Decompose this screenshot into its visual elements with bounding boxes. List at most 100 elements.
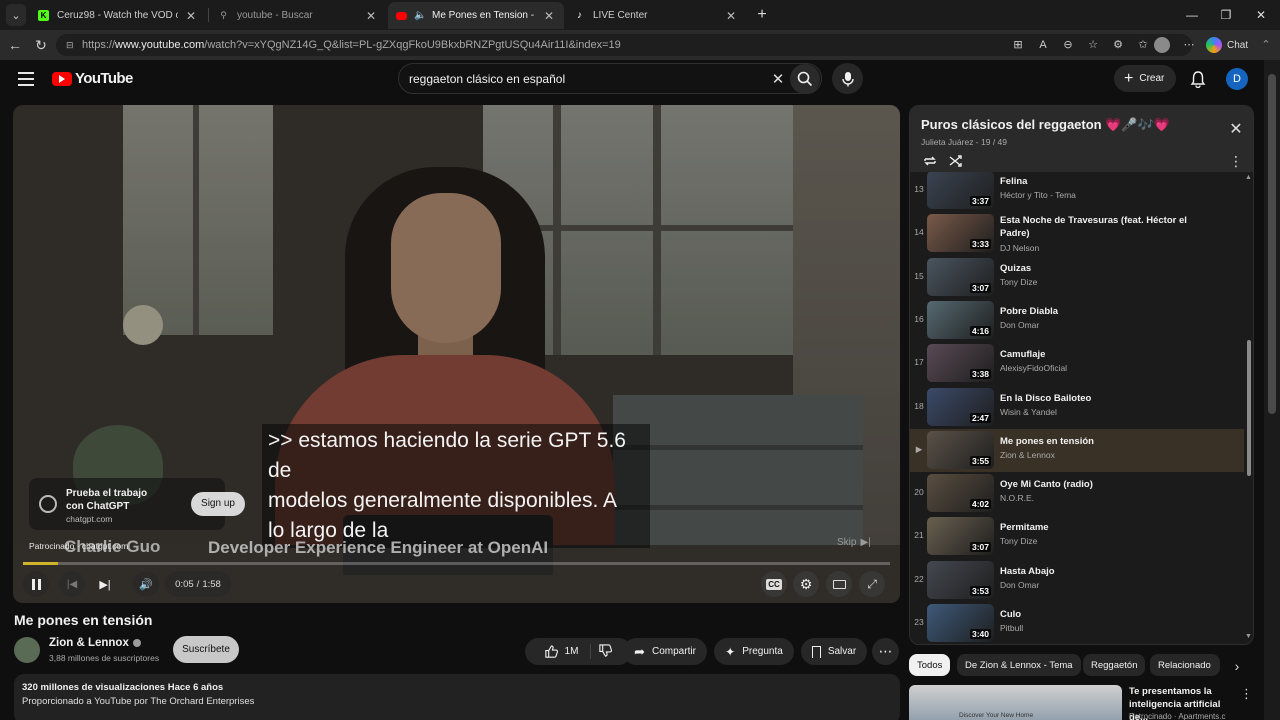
- chevron-right-icon[interactable]: ›: [1228, 657, 1246, 675]
- subtitles-button[interactable]: CC: [761, 571, 787, 597]
- youtube-logo[interactable]: YouTube: [52, 70, 133, 87]
- scroll-up-icon[interactable]: ▲: [1245, 174, 1252, 181]
- chip-related[interactable]: Relacionado: [1150, 654, 1220, 676]
- ad-more-icon[interactable]: ⋮: [1240, 686, 1253, 702]
- page-scrollbar-thumb[interactable]: [1268, 74, 1276, 414]
- sidebar-toggle-icon[interactable]: ⌃: [1258, 37, 1274, 53]
- caption-line: >> estamos haciendo la serie GPT 5.6: [268, 429, 626, 452]
- hamburger-menu-icon[interactable]: [18, 72, 34, 86]
- favorite-star-icon[interactable]: ☆: [1085, 37, 1101, 53]
- tab-title: youtube - Buscar: [237, 10, 313, 21]
- copilot-chat-button[interactable]: Chat: [1206, 35, 1248, 55]
- voice-search-button[interactable]: [832, 63, 863, 94]
- close-tab-icon[interactable]: ✕: [724, 9, 738, 23]
- tab-actions-menu-button[interactable]: ⌄: [6, 4, 26, 26]
- close-playlist-icon[interactable]: ✕: [1228, 122, 1244, 138]
- sign-up-button[interactable]: Sign up: [191, 492, 245, 516]
- create-button[interactable]: + Crear: [1114, 65, 1177, 92]
- skip-ad-button[interactable]: Skip ▶|: [837, 537, 871, 548]
- ad-overlay-card[interactable]: Prueba el trabajo con ChatGPT chatgpt.co…: [29, 478, 245, 530]
- playlist-item[interactable]: 17 3:38 Camuflaje AlexisyFidoOficial: [910, 342, 1244, 385]
- site-info-icon[interactable]: ⊟: [66, 40, 76, 50]
- save-button[interactable]: Salvar: [801, 638, 867, 665]
- more-options-icon[interactable]: ⋯: [1181, 37, 1197, 53]
- video-player[interactable]: >> estamos haciendo la serie GPT 5.6 de …: [13, 105, 900, 603]
- back-arrow-icon[interactable]: ←: [6, 36, 24, 54]
- tab-kick[interactable]: K Ceruz98 - Watch the VOD on Kick ✕: [30, 2, 206, 29]
- playlist-scrollbar[interactable]: ▲ ▼: [1245, 172, 1253, 644]
- zoom-icon[interactable]: ⊖: [1060, 37, 1076, 53]
- playlist-item[interactable]: 14 3:33 Esta Noche de Travesuras (feat. Hé…: [910, 212, 1244, 255]
- like-button[interactable]: 1M: [544, 644, 592, 659]
- playlist-item[interactable]: 22 3:53 Hasta Abajo Don Omar: [910, 559, 1244, 602]
- playlist-item[interactable]: 21 3:07 Permitame Tony Dize: [910, 515, 1244, 558]
- profile-avatar[interactable]: [1154, 37, 1170, 53]
- previous-button[interactable]: |◀: [59, 571, 85, 597]
- close-window-icon[interactable]: ✕: [1252, 6, 1270, 24]
- close-tab-icon[interactable]: ✕: [184, 9, 198, 23]
- translate-icon[interactable]: A: [1035, 37, 1051, 53]
- restore-icon[interactable]: ❐: [1217, 6, 1235, 24]
- thumbs-up-icon: [544, 645, 558, 658]
- playlist-item[interactable]: 13 3:37 Felina Héctor y Tito - Tema: [910, 172, 1244, 212]
- chip-all[interactable]: Todos: [909, 654, 951, 676]
- reload-icon[interactable]: ↻: [32, 36, 50, 54]
- description-box[interactable]: 320 millones de visualizaciones Hace 6 a…: [14, 674, 900, 720]
- playlist-item-title: Pobre Diabla: [1000, 305, 1059, 317]
- account-avatar[interactable]: D: [1226, 68, 1248, 90]
- search-input[interactable]: [399, 71, 766, 86]
- tab-youtube[interactable]: 🔈 Me Pones en Tension - YouTu ✕: [388, 2, 564, 29]
- speaker-icon[interactable]: 🔈: [414, 10, 426, 21]
- volume-button[interactable]: 🔊: [133, 571, 159, 597]
- duration-badge: 3:07: [969, 542, 991, 553]
- pause-button[interactable]: [23, 571, 49, 597]
- search-button[interactable]: [790, 63, 820, 94]
- playlist-item[interactable]: 15 3:07 Quizas Tony Dize: [910, 256, 1244, 299]
- subscribe-button[interactable]: Suscríbete: [173, 636, 239, 663]
- playlist-item[interactable]: 20 4:02 Oye Mi Canto (radio) N.O.R.E.: [910, 472, 1244, 515]
- playlist-item-title: Quizas: [1000, 262, 1032, 274]
- tab-search[interactable]: ⚲ youtube - Buscar ✕: [210, 2, 386, 29]
- notifications-bell-icon[interactable]: [1189, 70, 1207, 89]
- tab-tiktok[interactable]: ♪ LIVE Center ✕: [566, 2, 746, 29]
- loop-icon[interactable]: [922, 153, 938, 169]
- close-tab-icon[interactable]: ✕: [542, 9, 556, 23]
- playlist-item-artist: N.O.R.E.: [1000, 493, 1035, 504]
- clear-search-icon[interactable]: ✕: [766, 70, 790, 88]
- app-available-icon[interactable]: ⊞: [1010, 37, 1026, 53]
- chip-reggaeton[interactable]: Reggaetón: [1083, 654, 1146, 676]
- sparkle-icon: ✦: [725, 644, 736, 659]
- settings-button[interactable]: ⚙: [793, 571, 819, 597]
- page-scrollbar[interactable]: [1264, 60, 1280, 720]
- new-tab-button[interactable]: +: [752, 4, 772, 26]
- volume-icon: 🔊: [139, 578, 153, 591]
- chip-from-artist[interactable]: De Zion & Lennox - Tema: [957, 654, 1081, 676]
- playlist-more-icon[interactable]: ⋮: [1228, 153, 1244, 169]
- channel-name-link[interactable]: Zion & Lennox: [49, 637, 141, 649]
- fullscreen-button[interactable]: ⤢: [859, 571, 885, 597]
- progress-bar[interactable]: [23, 562, 890, 565]
- playlist-item-current[interactable]: ▶ 3:55 Me pones en tensión Zion & Lennox: [910, 428, 1244, 472]
- extensions-icon[interactable]: ⚙: [1110, 37, 1126, 53]
- favorites-icon[interactable]: ✩: [1135, 37, 1151, 53]
- channel-avatar[interactable]: [14, 637, 40, 663]
- theater-mode-button[interactable]: [826, 571, 852, 597]
- playlist-item[interactable]: 16 4:16 Pobre Diabla Don Omar: [910, 299, 1244, 342]
- channel-name: Zion & Lennox: [49, 637, 129, 649]
- playlist-item[interactable]: 18 2:47 En la Disco Bailoteo Wisin & Yandel: [910, 386, 1244, 429]
- search-icon: [797, 71, 813, 86]
- ad-thumbnail[interactable]: Discover Your New Home: [909, 685, 1122, 720]
- duration-badge: 4:16: [969, 325, 991, 336]
- playlist-title[interactable]: Puros clásicos del reggaeton 💗🎤🎶💗: [921, 117, 1170, 133]
- dislike-button[interactable]: [598, 643, 613, 661]
- minimize-icon[interactable]: —: [1183, 6, 1201, 24]
- share-button[interactable]: ➦ Compartir: [623, 638, 707, 665]
- scroll-down-icon[interactable]: ▼: [1245, 633, 1252, 640]
- ask-button[interactable]: ✦ Pregunta: [714, 638, 794, 665]
- more-actions-button[interactable]: ⋯: [872, 638, 899, 665]
- playlist-item[interactable]: 23 3:40 Culo Pitbull: [910, 602, 1244, 644]
- next-button[interactable]: ▶|: [92, 571, 118, 597]
- close-tab-icon[interactable]: ✕: [364, 9, 378, 23]
- shuffle-icon[interactable]: [948, 153, 964, 169]
- scrollbar-thumb[interactable]: [1247, 340, 1251, 476]
